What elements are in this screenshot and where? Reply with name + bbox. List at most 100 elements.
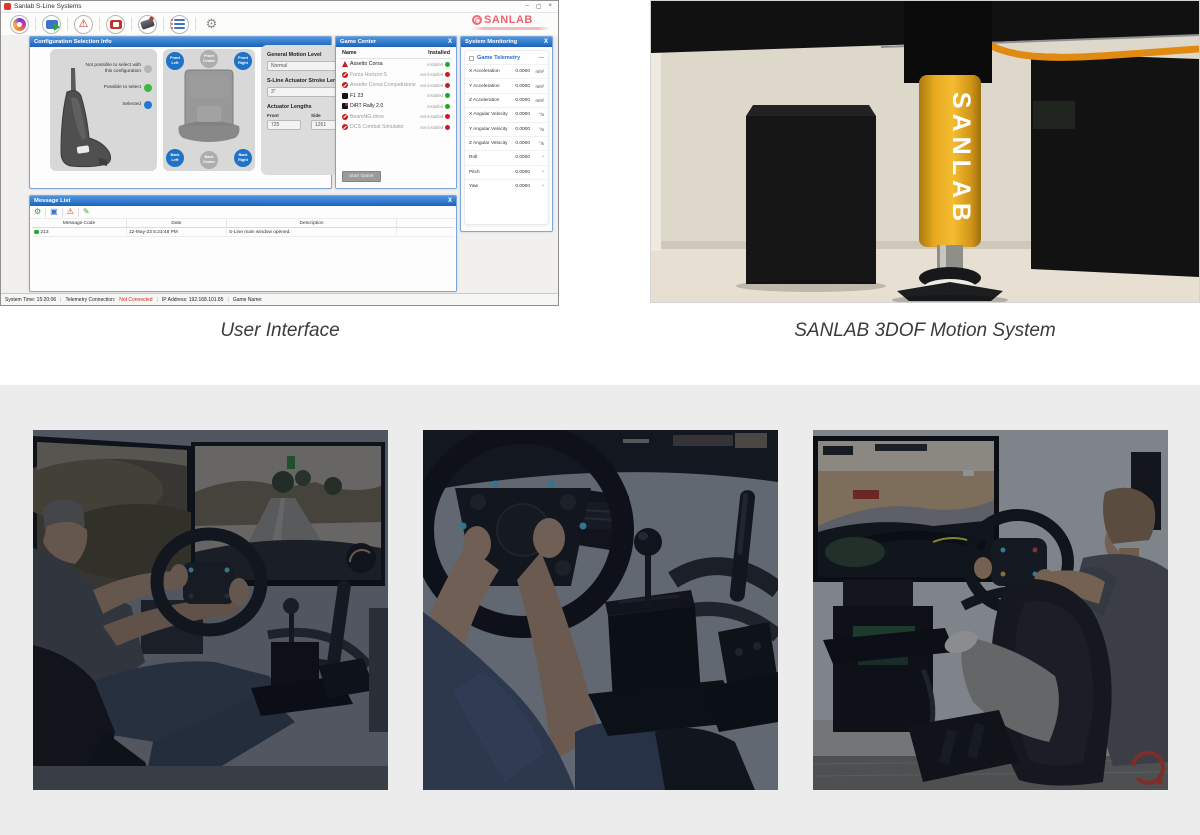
title-bar: Sanlab S-Line Systems – ▢ ×	[1, 1, 558, 13]
ip-address: IP Address: 192.168.101.85	[162, 297, 224, 303]
start-game-button[interactable]: Start Game	[342, 171, 381, 182]
game-icon	[342, 61, 348, 67]
game-icon	[342, 72, 348, 78]
maximize-button[interactable]: ▢	[536, 3, 542, 10]
seat-button-front-right[interactable]: FrontRight	[234, 52, 252, 70]
brand-logo: SANLAB	[472, 14, 550, 30]
toolbar-separator	[131, 17, 132, 31]
sanlab-app-window: Sanlab S-Line Systems – ▢ × ⚠ ⚙	[0, 0, 559, 306]
message-list-header: Message List X	[30, 196, 456, 206]
window-workspace: Configuration Selection Info Not possibl…	[1, 35, 558, 293]
list-icon	[174, 19, 185, 29]
toolbar-separator	[67, 17, 68, 31]
system-monitoring-title: System Monitoring	[465, 39, 517, 45]
seat-button-front-center[interactable]: FrontCenter	[200, 50, 218, 68]
not-installed-status-dot	[445, 114, 450, 119]
photo-wheel-shifter-closeup	[423, 430, 778, 790]
installed-status-dot	[445, 104, 450, 109]
telemetry-checkbox[interactable]	[469, 56, 474, 61]
info-status-dot	[34, 230, 39, 235]
warning-triangle-icon: ⚠	[79, 19, 89, 30]
system-monitoring-panel: System Monitoring X Game Telemetry — X A…	[460, 36, 553, 232]
filter-gear-icon[interactable]: ⚙	[34, 208, 41, 216]
front-length-input[interactable]: 725	[267, 120, 301, 130]
actuator-label: SANLAB	[947, 92, 975, 226]
telemetry-row: Y Acceleration0.0000m/s²	[465, 78, 548, 92]
toolbar-separator	[99, 17, 100, 31]
game-center-header: Game Center X	[336, 37, 456, 47]
photo-driver-triple-monitors	[33, 430, 388, 790]
telemetry-row: Yaw0.0000°	[465, 179, 548, 193]
game-center-icon[interactable]	[42, 15, 61, 34]
system-monitoring-close-icon[interactable]: X	[544, 39, 548, 45]
game-row[interactable]: Assetto Corsa installed	[340, 59, 452, 70]
gradient-circle-icon	[13, 18, 26, 31]
game-row[interactable]: F1 23 installed	[340, 91, 452, 102]
edit-icon[interactable]: ✎	[83, 208, 90, 216]
installed-status-dot	[445, 93, 450, 98]
game-center-close-icon[interactable]: X	[448, 39, 452, 45]
brand-ring-icon	[472, 15, 482, 25]
telemetry-section-title: Game Telemetry	[477, 55, 520, 61]
warning-messages-icon[interactable]: ⚠	[74, 15, 93, 34]
telemetry-section-header: Game Telemetry —	[465, 51, 548, 64]
close-button[interactable]: ×	[548, 3, 552, 10]
message-list-toolbar: ⚙ ▣ ⚠ ✎	[30, 206, 456, 219]
photo-simulator-rig-behind	[813, 430, 1168, 790]
game-icon	[342, 114, 348, 120]
installed-status-dot	[445, 62, 450, 67]
gray-dot-icon	[144, 65, 152, 73]
status-bar: System Time: 15:20:06 | Telemetry Connec…	[1, 293, 558, 305]
stroke-length-input[interactable]: 3"	[267, 87, 339, 97]
toolbar-separator	[163, 17, 164, 31]
device-tool-icon[interactable]	[138, 15, 157, 34]
game-center-title: Game Center	[340, 39, 376, 45]
game-row[interactable]: BeamNG.drive not installed	[340, 112, 452, 123]
seat-button-back-right[interactable]: BackRight	[234, 149, 252, 167]
telemetry-row: X Acceleration0.0000m/s²	[465, 64, 548, 78]
error-filter-icon[interactable]: ⚠	[67, 208, 74, 216]
legend-item: Possible to select	[84, 84, 152, 92]
toolbar-separator	[195, 17, 196, 31]
telemetry-row: Z Angular Velocity0.0000°/s	[465, 136, 548, 150]
message-list-close-icon[interactable]: X	[448, 198, 452, 204]
front-length-group: Front 725	[267, 113, 301, 137]
brand-tagline	[472, 27, 550, 30]
legend-item: Not possible to select with this configu…	[84, 63, 152, 75]
motion-level-input[interactable]: Normal	[267, 61, 339, 71]
brand-name: SANLAB	[484, 14, 533, 26]
window-title: Sanlab S-Line Systems	[14, 3, 82, 10]
settings-gear-icon[interactable]: ⚙	[202, 15, 221, 34]
photo-band	[0, 385, 1200, 835]
message-list-title: Message List	[34, 198, 70, 204]
minimize-button[interactable]: –	[525, 3, 528, 10]
configuration-panel: Configuration Selection Info Not possibl…	[29, 36, 332, 189]
message-table: Message Code Date Description 213 12-May…	[32, 219, 454, 237]
game-center-panel: Game Center X Name Installed Assetto Cor…	[335, 36, 457, 189]
game-icon	[342, 124, 348, 130]
selection-legend: Not possible to select with this configu…	[84, 63, 152, 118]
system-monitoring-header: System Monitoring X	[461, 37, 552, 47]
window-controls: – ▢ ×	[525, 3, 555, 10]
caption-motion-system: SANLAB 3DOF Motion System	[650, 320, 1200, 342]
telemetry-card: Game Telemetry — X Acceleration0.0000m/s…	[464, 50, 549, 225]
telemetry-row: Z Acceleration0.0000m/s²	[465, 93, 548, 107]
message-row[interactable]: 213 12-May-23 5:23:48 PM S-Line main win…	[32, 228, 454, 237]
game-row[interactable]: DCS Combat Simulator not installed	[340, 122, 452, 133]
telemetry-row: Y Angular Velocity0.0000°/s	[465, 122, 548, 136]
not-installed-status-dot	[445, 83, 450, 88]
seat-monitor-icon[interactable]	[106, 15, 125, 34]
collapse-icon[interactable]: —	[539, 55, 545, 61]
configuration-icon[interactable]	[10, 15, 29, 34]
game-row[interactable]: Forza Horizon 5 not installed	[340, 70, 452, 81]
window-messages-icon[interactable]: ▣	[50, 208, 58, 216]
game-row[interactable]: Assetto Corsa Competizione not installed	[340, 80, 452, 91]
seat-button-front-left[interactable]: FrontLeft	[166, 52, 184, 70]
game-row[interactable]: DiRT Rally 2.0 installed	[340, 101, 452, 112]
game-list: Name Installed Assetto Corsa installed F…	[340, 49, 452, 184]
seat-button-back-left[interactable]: BackLeft	[166, 149, 184, 167]
seat-icon	[110, 20, 122, 29]
seat-button-back-center[interactable]: BackCenter	[200, 151, 218, 169]
list-view-icon[interactable]	[170, 15, 189, 34]
app-icon	[4, 3, 11, 10]
